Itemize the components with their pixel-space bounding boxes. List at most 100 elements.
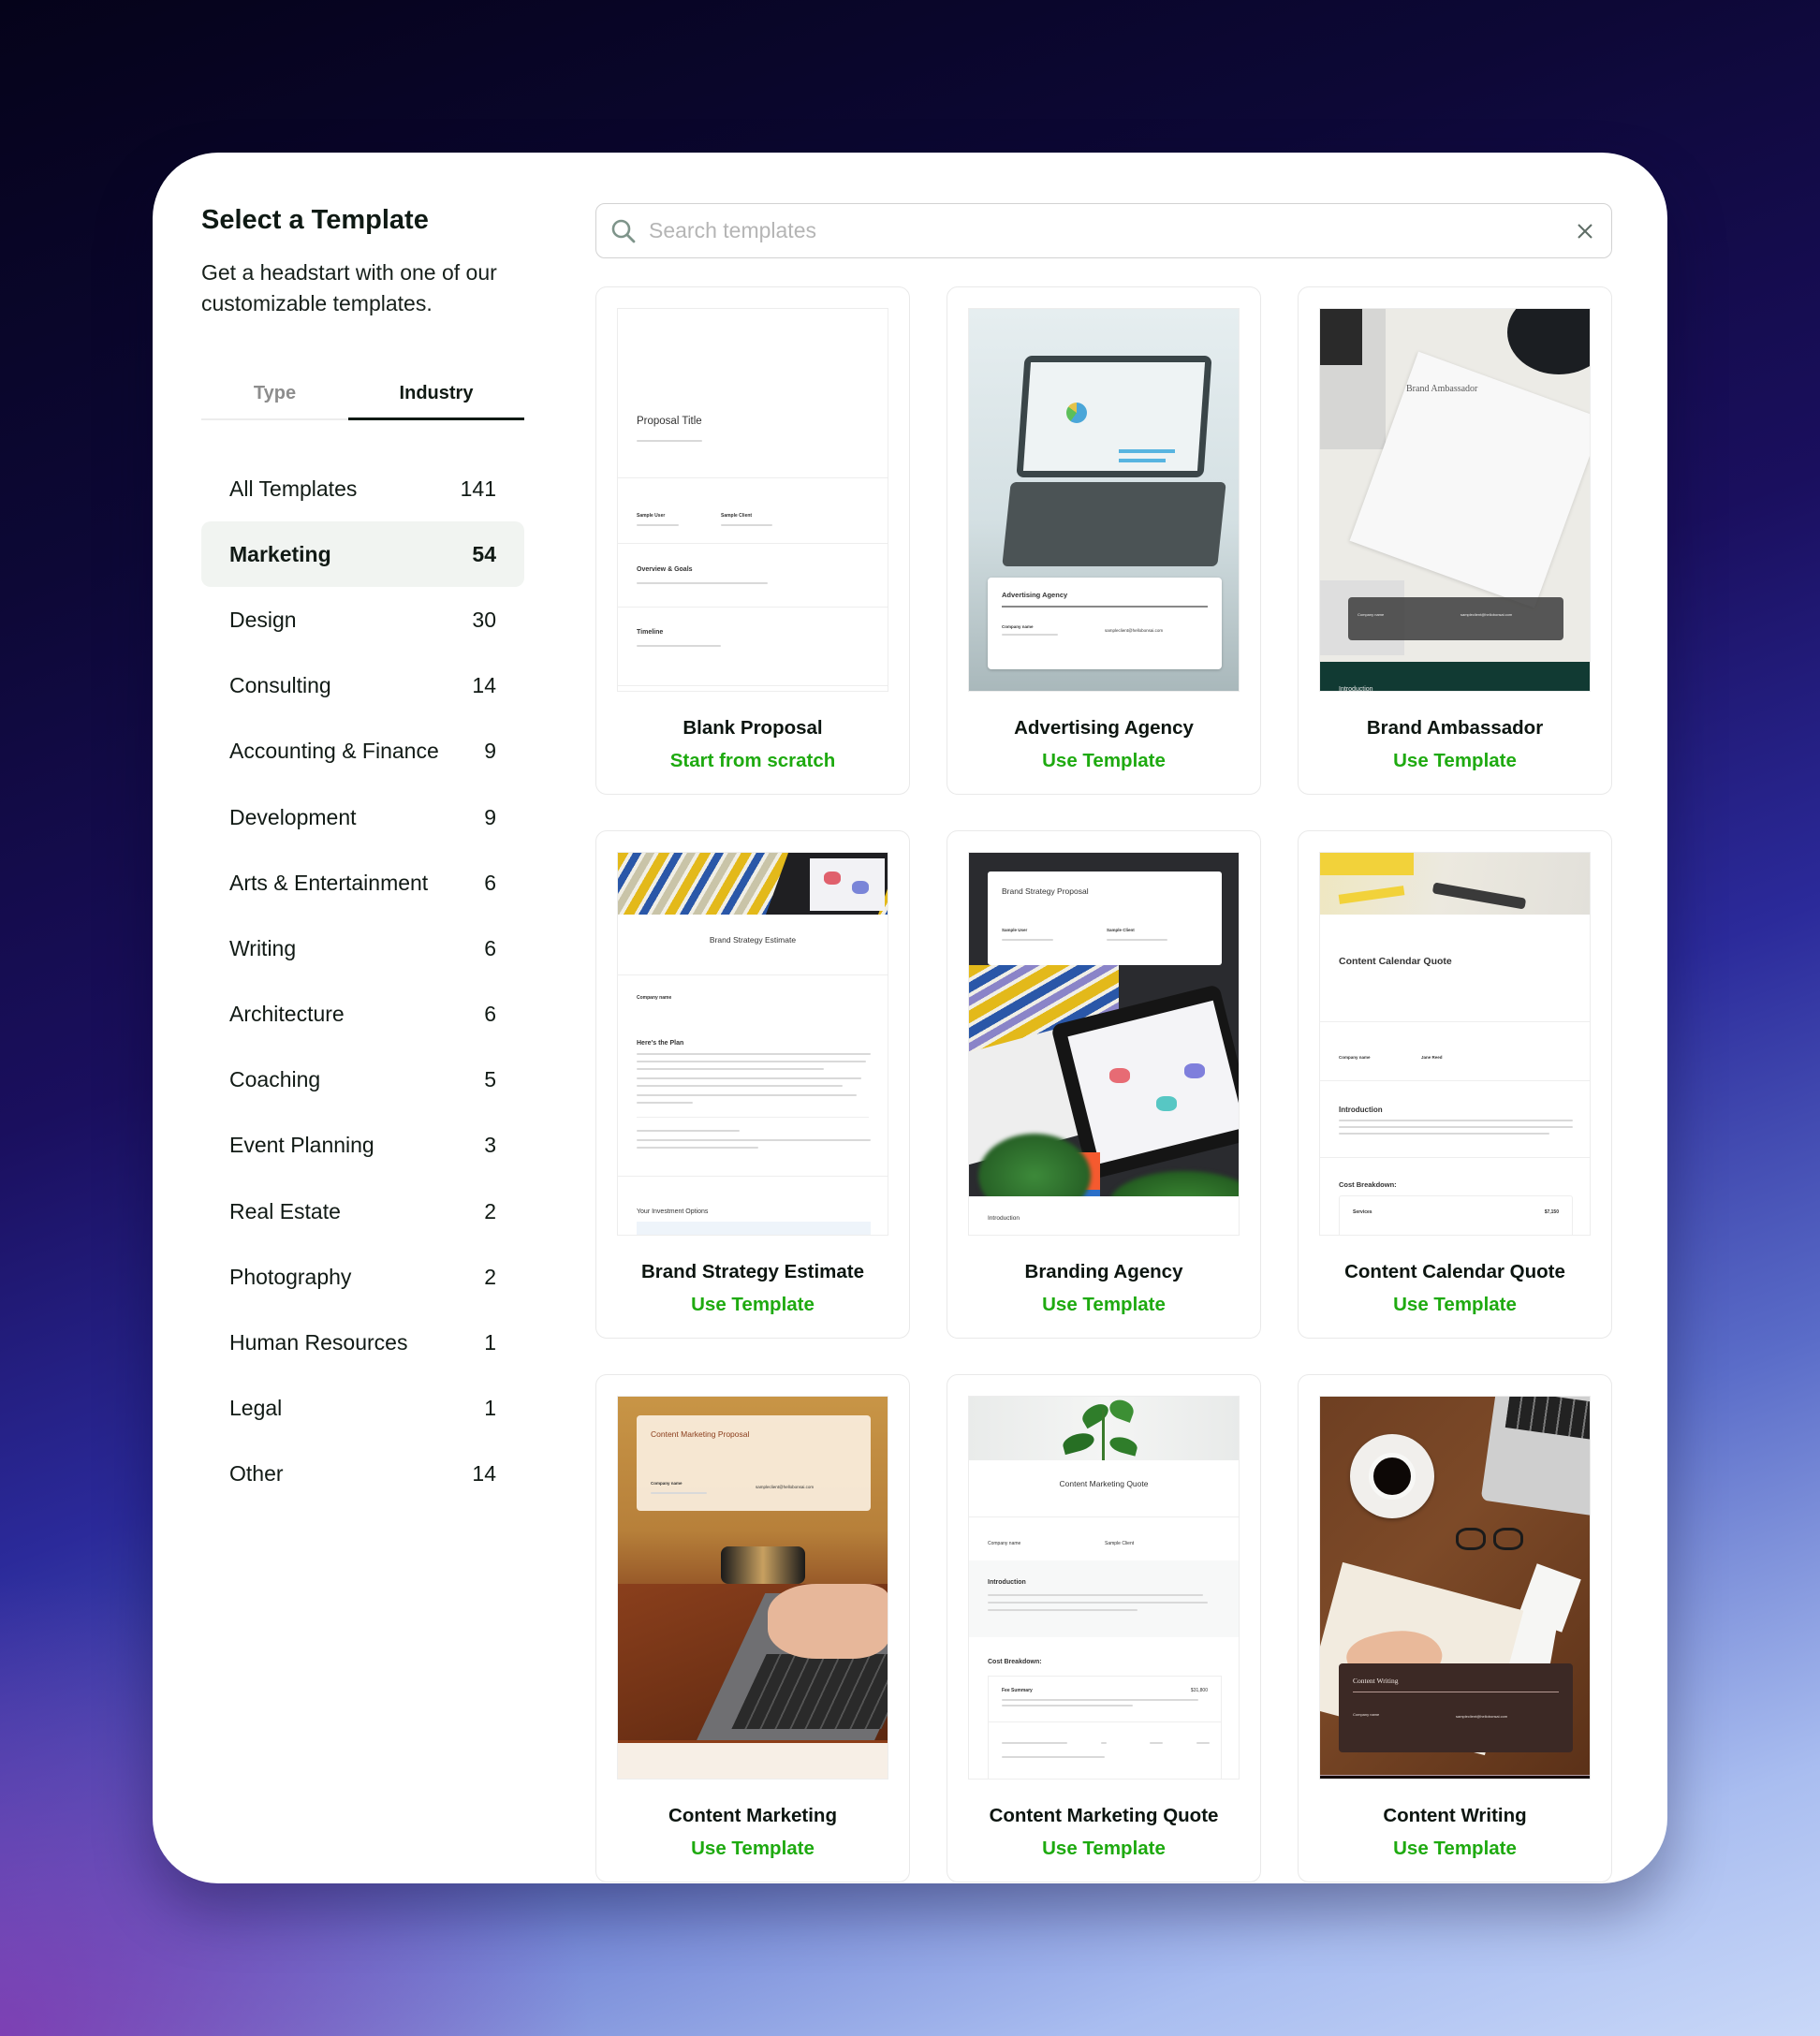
category-item-accounting-finance[interactable]: Accounting & Finance 9 bbox=[201, 719, 524, 784]
category-label: Architecture bbox=[229, 1002, 345, 1027]
template-preview: Brand Strategy Estimate Company name Her… bbox=[617, 852, 888, 1236]
category-item-all-templates[interactable]: All Templates 141 bbox=[201, 456, 524, 521]
template-card-advertising-agency[interactable]: Advertising Agency Company name samplecl… bbox=[947, 286, 1261, 795]
category-item-consulting[interactable]: Consulting 14 bbox=[201, 653, 524, 719]
category-label: Writing bbox=[229, 935, 297, 960]
category-item-writing[interactable]: Writing 6 bbox=[201, 915, 524, 981]
tab-type[interactable]: Type bbox=[201, 370, 348, 418]
template-preview: Content Marketing Proposal Company name … bbox=[617, 1396, 888, 1780]
preview-title: Brand Ambassador bbox=[1406, 384, 1478, 394]
use-template-link[interactable]: Use Template bbox=[1299, 1294, 1611, 1316]
category-count: 1 bbox=[484, 1396, 496, 1421]
preview-to: Sample Client bbox=[721, 513, 753, 519]
preview-services-amount: $7,150 bbox=[1544, 1209, 1559, 1215]
template-picker-dialog: Select a Template Get a headstart with o… bbox=[153, 153, 1667, 1883]
preview-section: Your Investment Options bbox=[637, 1208, 709, 1215]
use-template-link[interactable]: Use Template bbox=[947, 1294, 1260, 1316]
preview-to: Jane Reed bbox=[1421, 1055, 1443, 1060]
template-card-content-marketing-quote[interactable]: Content Marketing Quote Company name Sam… bbox=[947, 1374, 1261, 1882]
preview-title: Content Marketing Quote bbox=[1059, 1479, 1149, 1488]
template-card-blank-proposal[interactable]: Proposal Title Sample User Sample Client… bbox=[595, 286, 910, 795]
preview-to: Sample Client bbox=[1107, 928, 1135, 932]
use-template-link[interactable]: Use Template bbox=[596, 1294, 909, 1316]
preview-title: Content Marketing Proposal bbox=[651, 1429, 750, 1439]
preview-from: Company name bbox=[651, 1481, 682, 1486]
template-preview: Advertising Agency Company name samplecl… bbox=[968, 308, 1240, 692]
tab-industry[interactable]: Industry bbox=[348, 370, 524, 420]
template-card-content-calendar-quote[interactable]: Content Calendar Quote Company name Jane… bbox=[1298, 830, 1612, 1339]
category-item-legal[interactable]: Legal 1 bbox=[201, 1376, 524, 1442]
use-template-link[interactable]: Use Template bbox=[947, 1838, 1260, 1860]
category-item-marketing[interactable]: Marketing 54 bbox=[201, 521, 524, 588]
template-card-brand-strategy-estimate[interactable]: Brand Strategy Estimate Company name Her… bbox=[595, 830, 910, 1339]
preview-section: Overview & Goals bbox=[637, 566, 693, 573]
category-label: Consulting bbox=[229, 673, 331, 698]
preview-section: Introduction bbox=[1339, 1106, 1383, 1114]
preview-to: Sample Client bbox=[1105, 1541, 1135, 1546]
category-count: 3 bbox=[484, 1133, 496, 1158]
preview-from: Company name bbox=[1358, 612, 1385, 617]
preview-section: Here's the Plan bbox=[637, 1040, 684, 1047]
category-count: 1 bbox=[484, 1330, 496, 1355]
template-card-content-writing[interactable]: Content Writing Company name sampleclien… bbox=[1298, 1374, 1612, 1882]
use-template-link[interactable]: Use Template bbox=[1299, 1838, 1611, 1860]
template-name: Blank Proposal bbox=[682, 717, 823, 739]
preview-from: Sample User bbox=[1002, 928, 1028, 932]
category-item-development[interactable]: Development 9 bbox=[201, 784, 524, 850]
category-count: 6 bbox=[484, 935, 496, 960]
template-name: Content Calendar Quote bbox=[1344, 1261, 1565, 1282]
template-card-branding-agency[interactable]: Brand Strategy Proposal Sample User Samp… bbox=[947, 830, 1261, 1339]
template-card-content-marketing[interactable]: Content Marketing Proposal Company name … bbox=[595, 1374, 910, 1882]
use-template-link[interactable]: Use Template bbox=[1299, 750, 1611, 772]
category-count: 141 bbox=[460, 476, 496, 501]
close-icon[interactable] bbox=[1572, 218, 1598, 244]
preview-from: Company name bbox=[988, 1541, 1021, 1546]
search-input[interactable] bbox=[649, 218, 1572, 243]
category-count: 6 bbox=[484, 870, 496, 895]
start-from-scratch-link[interactable]: Start from scratch bbox=[596, 750, 909, 772]
template-name: Content Writing bbox=[1383, 1805, 1527, 1826]
category-count: 14 bbox=[472, 1461, 496, 1487]
preview-title: Brand Strategy Proposal bbox=[1002, 886, 1089, 896]
preview-from: Sample User bbox=[637, 513, 666, 519]
preview-from: Company name bbox=[637, 995, 672, 1001]
use-template-link[interactable]: Use Template bbox=[947, 750, 1260, 772]
preview-footer: Introduction bbox=[1339, 686, 1373, 692]
category-item-architecture[interactable]: Architecture 6 bbox=[201, 982, 524, 1047]
template-preview: Content Marketing Quote Company name Sam… bbox=[968, 1396, 1240, 1780]
template-preview: Content Writing Company name sampleclien… bbox=[1319, 1396, 1591, 1780]
preview-title: Content Writing bbox=[1353, 1677, 1399, 1685]
category-item-other[interactable]: Other 14 bbox=[201, 1442, 524, 1507]
category-item-photography[interactable]: Photography 2 bbox=[201, 1244, 524, 1310]
category-item-event-planning[interactable]: Event Planning 3 bbox=[201, 1113, 524, 1179]
preview-title: Content Calendar Quote bbox=[1339, 956, 1452, 967]
template-preview: Brand Ambassador Company name sampleclie… bbox=[1319, 308, 1591, 692]
category-item-coaching[interactable]: Coaching 5 bbox=[201, 1047, 524, 1113]
template-preview: Proposal Title Sample User Sample Client… bbox=[617, 308, 888, 692]
template-preview: Content Calendar Quote Company name Jane… bbox=[1319, 852, 1591, 1236]
category-count: 5 bbox=[484, 1067, 496, 1092]
category-count: 54 bbox=[472, 541, 496, 566]
template-name: Brand Ambassador bbox=[1366, 717, 1544, 739]
template-grid: Proposal Title Sample User Sample Client… bbox=[595, 286, 1612, 1882]
use-template-link[interactable]: Use Template bbox=[596, 1838, 909, 1860]
preview-section: Cost Breakdown: bbox=[1339, 1180, 1397, 1189]
preview-to: sampleclient@hellobonsai.com bbox=[1456, 1714, 1508, 1719]
preview-footer: Introduction bbox=[988, 1215, 1020, 1222]
search-icon bbox=[609, 217, 638, 245]
template-name: Brand Strategy Estimate bbox=[640, 1261, 865, 1282]
category-label: Event Planning bbox=[229, 1133, 374, 1158]
preview-title: Brand Strategy Estimate bbox=[709, 935, 797, 945]
category-item-arts-entertainment[interactable]: Arts & Entertainment 6 bbox=[201, 850, 524, 915]
category-count: 9 bbox=[484, 739, 496, 764]
template-card-brand-ambassador[interactable]: Brand Ambassador Company name sampleclie… bbox=[1298, 286, 1612, 795]
category-label: Photography bbox=[229, 1264, 352, 1289]
category-count: 30 bbox=[472, 607, 496, 632]
category-item-real-estate[interactable]: Real Estate 2 bbox=[201, 1179, 524, 1244]
category-item-human-resources[interactable]: Human Resources 1 bbox=[201, 1310, 524, 1375]
category-count: 2 bbox=[484, 1198, 496, 1223]
category-count: 9 bbox=[484, 804, 496, 829]
category-count: 14 bbox=[472, 673, 496, 698]
template-preview: Brand Strategy Proposal Sample User Samp… bbox=[968, 852, 1240, 1236]
category-item-design[interactable]: Design 30 bbox=[201, 587, 524, 652]
